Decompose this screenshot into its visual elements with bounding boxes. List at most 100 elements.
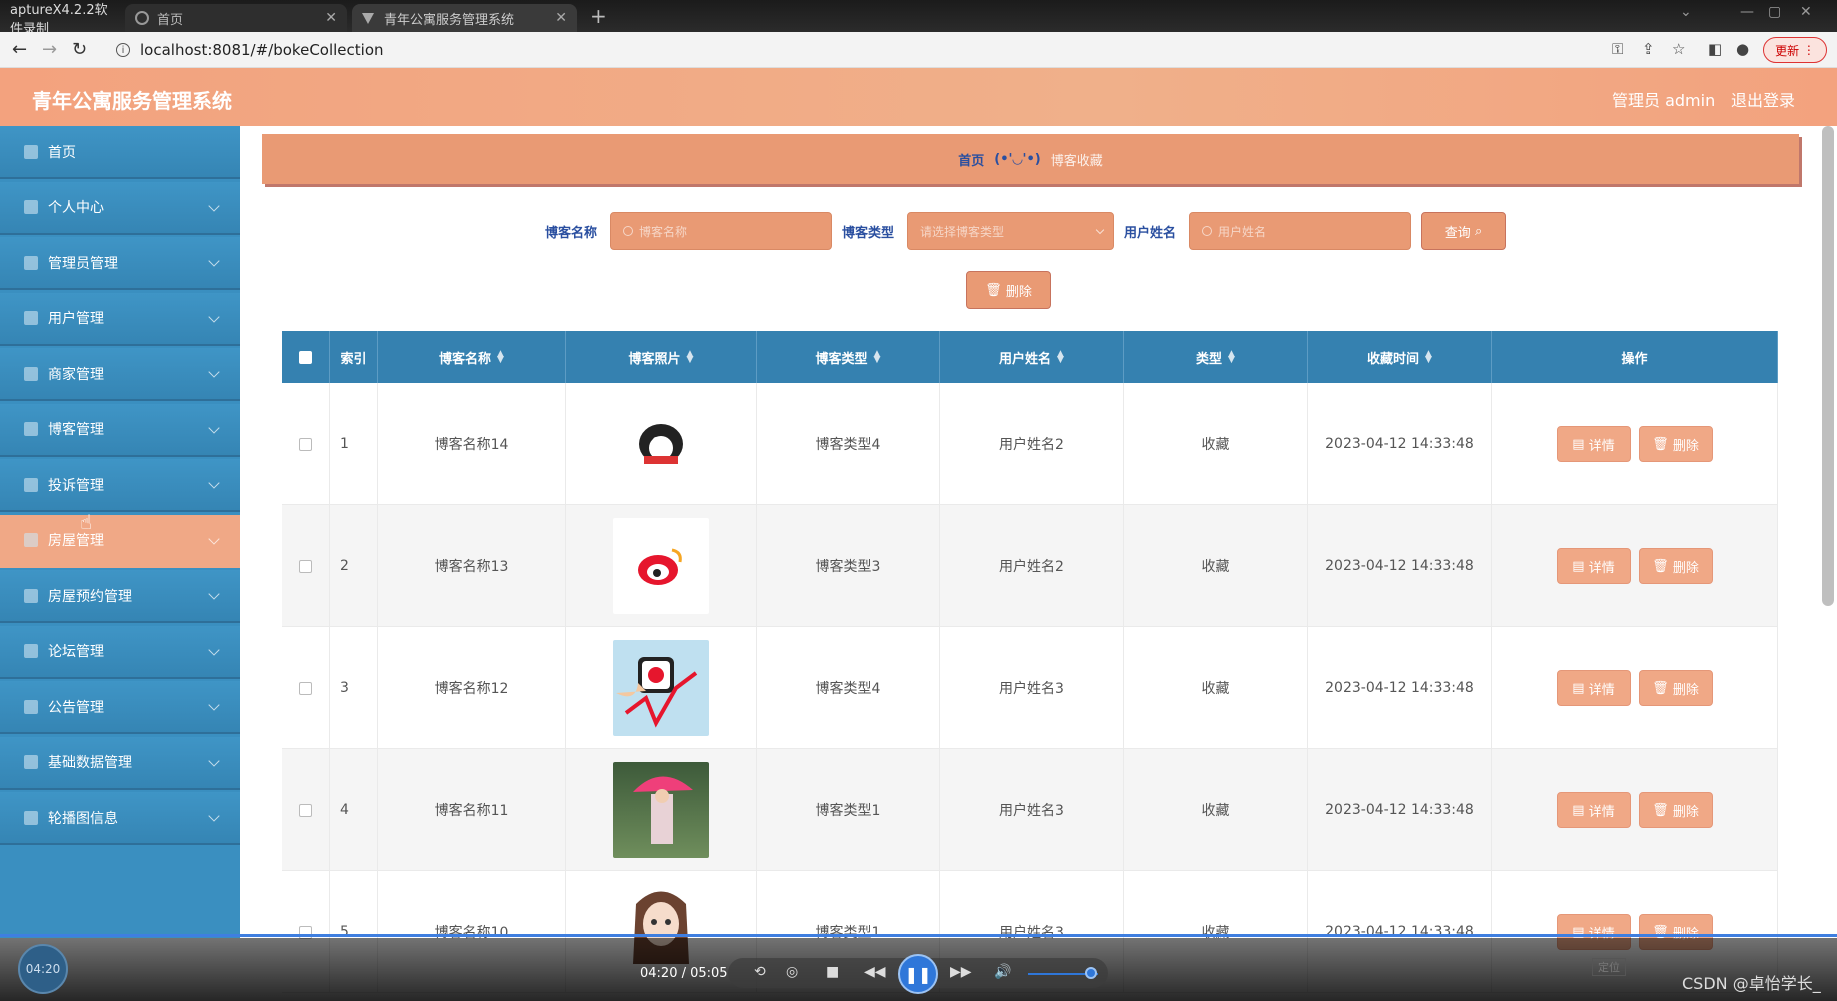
sort-icon[interactable]: ▲ ▼ xyxy=(1425,350,1432,365)
sidebar-item[interactable]: 公告管理 xyxy=(0,681,240,734)
table-row: 4 博客名称11 博客类型1 用户姓名3 收藏 2023-04-12 14:33:48 ▤ … xyxy=(282,749,1778,871)
row-checkbox[interactable] xyxy=(299,437,312,451)
minimize-icon[interactable]: ⌄ xyxy=(1680,4,1692,20)
stop-icon[interactable]: ■ xyxy=(826,964,839,980)
cell-kind: 收藏 xyxy=(1201,681,1230,697)
column-header[interactable]: 收藏时间 ▲ ▼ xyxy=(1308,331,1492,383)
app-header: 青年公寓服务管理系统 管理员 admin 退出登录 xyxy=(0,68,1837,126)
tab-recorder[interactable]: aptureX4.2.2软件录制 xyxy=(0,3,125,37)
tab-home[interactable]: 首页 ✕ xyxy=(125,4,347,32)
update-button[interactable]: 更新 ⋮ xyxy=(1763,37,1827,63)
sort-icon[interactable]: ▲ ▼ xyxy=(874,350,881,365)
back-icon[interactable]: ← xyxy=(12,39,27,60)
column-header[interactable]: 博客类型 ▲ ▼ xyxy=(757,331,940,383)
sidebar-item[interactable]: 房屋管理 xyxy=(0,514,240,568)
sidebar-item[interactable]: 管理员管理 xyxy=(0,237,240,290)
admin-icon xyxy=(24,255,38,270)
close-tab-icon[interactable]: ✕ xyxy=(555,10,567,26)
breadcrumb-separator: (•'◡'•) xyxy=(994,151,1041,167)
query-button[interactable]: 查询 ⌕ xyxy=(1421,212,1506,250)
window-minimize-icon[interactable]: — xyxy=(1740,4,1754,20)
blog-name-placeholder: 博客名称 xyxy=(639,224,688,239)
blog-name-input[interactable]: 博客名称 xyxy=(610,212,832,250)
page-scrollbar[interactable] xyxy=(1822,126,1834,606)
table-cell: 博客名称11 xyxy=(378,749,566,871)
sort-icon[interactable]: ▲ ▼ xyxy=(1057,350,1064,365)
video-time: 04:20 / 05:05 xyxy=(640,966,728,981)
detail-button[interactable]: ▤ 详情 xyxy=(1556,670,1631,706)
settings-icon[interactable]: ◎ xyxy=(786,964,798,980)
row-checkbox[interactable] xyxy=(299,559,312,573)
column-header[interactable]: 用户姓名 ▲ ▼ xyxy=(940,331,1124,383)
tab-app[interactable]: 青年公寓服务管理系统 ✕ xyxy=(352,4,577,32)
sidebar-item-label: 论坛管理 xyxy=(48,644,104,660)
row-checkbox[interactable] xyxy=(299,803,312,817)
volume-knob[interactable] xyxy=(1085,967,1097,979)
batch-delete-button[interactable]: 🗑 删除 xyxy=(966,271,1051,309)
search-icon xyxy=(1202,226,1212,236)
logout-link[interactable]: 退出登录 xyxy=(1731,87,1795,111)
detail-button[interactable]: ▤ 详情 xyxy=(1556,792,1631,828)
reload-icon[interactable]: ↻ xyxy=(72,39,87,60)
video-progress[interactable] xyxy=(0,934,1837,937)
sort-icon[interactable]: ▲ ▼ xyxy=(687,350,694,365)
sort-icon[interactable]: ▲ ▼ xyxy=(497,350,504,365)
key-icon[interactable]: ⚿ xyxy=(1612,40,1623,58)
delete-button[interactable]: 🗑 删除 xyxy=(1638,548,1713,584)
delete-button[interactable]: 🗑 删除 xyxy=(1638,792,1713,828)
delete-button[interactable]: 🗑 删除 xyxy=(1638,670,1713,706)
checkbox[interactable] xyxy=(299,350,312,364)
table-cell: 3 xyxy=(330,627,378,749)
cell-blog-type: 博客类型1 xyxy=(815,803,881,819)
sidebar-item-label: 首页 xyxy=(48,144,76,161)
url-text: localhost:8081/#/bokeCollection xyxy=(140,41,384,59)
sidebar-item[interactable]: 用户管理 xyxy=(0,292,240,346)
locate-button[interactable]: 定位 xyxy=(1592,958,1626,976)
sidebar-item[interactable]: 首页 xyxy=(0,126,240,179)
forward-icon[interactable]: ▶▶ xyxy=(950,964,972,980)
sidebar-item[interactable]: 房屋预约管理 xyxy=(0,570,240,623)
sort-icon[interactable]: ▲ ▼ xyxy=(1228,350,1235,365)
forward-icon[interactable]: → xyxy=(42,39,57,60)
sidebar-item[interactable]: 轮播图信息 xyxy=(0,792,240,845)
sidepanel-icon[interactable]: ◧ xyxy=(1708,40,1722,58)
window-close-icon[interactable]: ✕ xyxy=(1800,4,1812,20)
select-all-checkbox[interactable] xyxy=(282,331,330,383)
column-header[interactable]: 类型 ▲ ▼ xyxy=(1124,331,1308,383)
blog-type-select[interactable]: 请选择博客类型 xyxy=(907,212,1114,250)
rewind-icon[interactable]: ◀◀ xyxy=(864,964,886,980)
detail-button[interactable]: ▤ 详情 xyxy=(1556,426,1631,462)
chevron-down-icon xyxy=(208,255,220,267)
row-checkbox[interactable] xyxy=(299,681,312,695)
window-maximize-icon[interactable]: ▢ xyxy=(1768,4,1781,20)
volume-icon[interactable]: 🔊 xyxy=(994,964,1011,980)
sidebar-item[interactable]: 投诉管理 xyxy=(0,459,240,512)
table-cell: 用户姓名2 xyxy=(940,505,1124,627)
cell-user-name: 用户姓名3 xyxy=(999,681,1064,697)
detail-button[interactable]: ▤ 详情 xyxy=(1556,548,1631,584)
table-cell: 2023-04-12 14:33:48 xyxy=(1308,627,1492,749)
sidebar-item-label: 博客管理 xyxy=(48,422,104,438)
column-header[interactable]: 博客名称 ▲ ▼ xyxy=(378,331,566,383)
new-tab-button[interactable]: + xyxy=(590,4,607,28)
column-header[interactable]: 博客照片 ▲ ▼ xyxy=(566,331,757,383)
sidebar-item[interactable]: 博客管理 xyxy=(0,403,240,457)
sidebar-item[interactable]: 基础数据管理 xyxy=(0,736,240,790)
trash-icon: 🗑 xyxy=(1652,802,1669,818)
user-name-input[interactable]: 用户姓名 xyxy=(1189,212,1411,250)
sidebar-item[interactable]: 论坛管理 xyxy=(0,625,240,679)
sidebar-item[interactable]: 个人中心 xyxy=(0,181,240,235)
site-info-icon[interactable]: i xyxy=(116,43,130,57)
share-icon[interactable]: ⇪ xyxy=(1642,40,1655,58)
delete-button[interactable]: 🗑 删除 xyxy=(1638,426,1713,462)
table-cell: 博客名称14 xyxy=(378,383,566,505)
url-field[interactable]: i localhost:8081/#/bokeCollection xyxy=(106,37,1586,63)
mouse-cursor-icon: ☝ xyxy=(80,510,93,534)
sidebar-item[interactable]: 商家管理 xyxy=(0,348,240,401)
loop-icon[interactable]: ⟲ xyxy=(754,964,766,980)
close-tab-icon[interactable]: ✕ xyxy=(325,10,337,26)
pause-button[interactable]: ❚❚ xyxy=(898,954,938,994)
profile-icon[interactable]: ● xyxy=(1736,40,1749,58)
breadcrumb-home[interactable]: 首页 xyxy=(958,150,984,169)
bookmark-star-icon[interactable]: ☆ xyxy=(1672,40,1685,58)
